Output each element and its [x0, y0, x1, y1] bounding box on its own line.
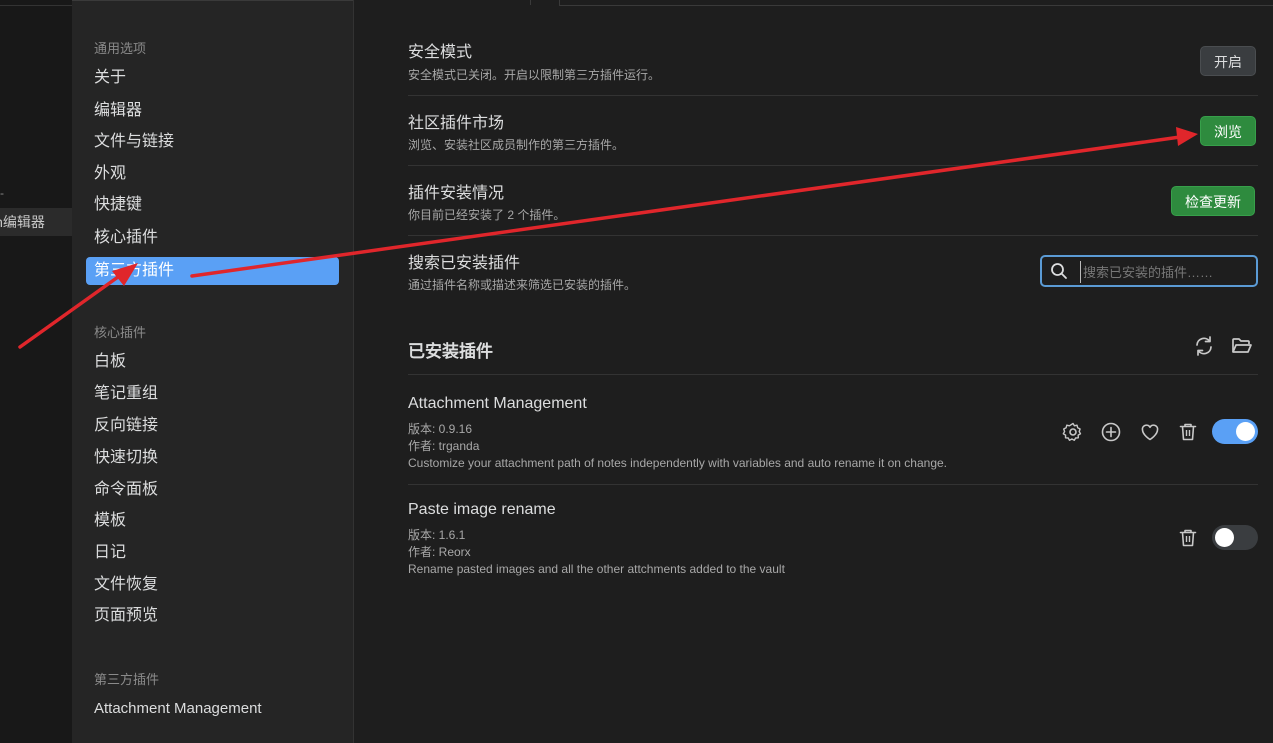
check-updates-button[interactable]: 检查更新 — [1171, 186, 1255, 216]
setting-desc: 通过插件名称或描述来筛选已安装的插件。 — [408, 278, 637, 292]
plugin-description: Customize your attachment path of notes … — [408, 456, 947, 470]
sidebar-item-attachment-management[interactable]: Attachment Management — [86, 695, 339, 723]
top-border — [0, 0, 72, 6]
sidebar-heading-community: 第三方插件 — [94, 672, 160, 687]
sidebar-item-page-preview[interactable]: 页面预览 — [86, 602, 339, 630]
plugin-version: 版本: 1.6.1 — [408, 528, 466, 542]
heart-icon[interactable] — [1139, 421, 1161, 443]
sidebar-item-hotkeys[interactable]: 快捷键 — [86, 191, 339, 219]
toggle-knob — [1236, 422, 1255, 441]
safe-mode-enable-button[interactable]: 开启 — [1200, 46, 1256, 76]
setting-name: 安全模式 — [408, 44, 473, 61]
sidebar-heading-general: 通用选项 — [94, 41, 147, 56]
trash-icon[interactable] — [1177, 527, 1199, 549]
toggle-knob — [1215, 528, 1234, 547]
sidebar-item-about[interactable]: 关于 — [86, 64, 339, 92]
left-panel-active-tab[interactable]: in编辑器 — [0, 208, 72, 236]
setting-desc: 你目前已经安装了 2 个插件。 — [408, 208, 566, 222]
sidebar-item-community-plugins[interactable]: 第三方插件 — [86, 257, 339, 285]
plugin-name: Paste image rename — [408, 501, 556, 518]
folder-open-icon[interactable] — [1231, 335, 1253, 357]
sidebar-item-quick-switcher[interactable]: 快速切换 — [86, 444, 339, 472]
setting-name: 搜索已安装插件 — [408, 255, 521, 272]
setting-safe-mode: 安全模式 安全模式已关闭。开启以限制第三方插件运行。 — [408, 26, 1258, 96]
top-bar-segment — [559, 0, 1273, 6]
plugin-version: 版本: 0.9.16 — [408, 422, 473, 436]
divider — [408, 374, 1258, 375]
plugin-toggle-attachment-management[interactable] — [1212, 419, 1258, 444]
search-icon — [1051, 263, 1067, 279]
plugin-item-attachment-management: Attachment Management 版本: 0.9.16 作者: trg… — [408, 384, 1258, 484]
browse-button[interactable]: 浏览 — [1200, 116, 1256, 146]
installed-plugins-title: 已安装插件 — [408, 342, 493, 361]
plugin-description: Rename pasted images and all the other a… — [408, 562, 785, 576]
setting-name: 插件安装情况 — [408, 185, 505, 202]
sidebar-top-edge — [72, 0, 353, 7]
search-installed-plugins[interactable] — [1040, 255, 1258, 287]
sidebar-item-file-recovery[interactable]: 文件恢复 — [86, 571, 339, 599]
plugin-author: 作者: Reorx — [408, 545, 471, 559]
plugin-toggle-paste-image-rename[interactable] — [1212, 525, 1258, 550]
setting-community-market: 社区插件市场 浏览、安装社区成员制作的第三方插件。 — [408, 96, 1258, 166]
left-panel: - in编辑器 — [0, 0, 73, 743]
left-panel-active-tab-label: in编辑器 — [0, 214, 45, 230]
left-panel-dash: - — [0, 186, 4, 200]
setting-desc: 安全模式已关闭。开启以限制第三方插件运行。 — [408, 68, 661, 82]
sidebar-item-daily-notes[interactable]: 日记 — [86, 539, 339, 567]
sidebar-item-editor[interactable]: 编辑器 — [86, 97, 339, 125]
sidebar-item-files-links[interactable]: 文件与链接 — [86, 128, 339, 156]
sidebar-item-templates[interactable]: 模板 — [86, 507, 339, 535]
sidebar-item-canvas[interactable]: 白板 — [86, 348, 339, 376]
plus-circle-icon[interactable] — [1100, 421, 1122, 443]
setting-desc: 浏览、安装社区成员制作的第三方插件。 — [408, 138, 625, 152]
plugin-author: 作者: trganda — [408, 439, 480, 453]
divider — [408, 484, 1258, 485]
trash-icon[interactable] — [1177, 421, 1199, 443]
search-input[interactable] — [1080, 261, 1255, 283]
sidebar-heading-core: 核心插件 — [94, 325, 147, 340]
sidebar-item-appearance[interactable]: 外观 — [86, 160, 339, 188]
sidebar-item-note-composer[interactable]: 笔记重组 — [86, 380, 339, 408]
sidebar-item-backlinks[interactable]: 反向链接 — [86, 412, 339, 440]
setting-name: 社区插件市场 — [408, 115, 505, 132]
top-bar-segment — [354, 0, 531, 5]
top-bar — [354, 0, 1273, 6]
settings-sidebar: 通用选项 关于 编辑器 文件与链接 外观 快捷键 核心插件 第三方插件 核心插件… — [72, 0, 354, 743]
reload-icon[interactable] — [1193, 335, 1215, 357]
sidebar-item-command-palette[interactable]: 命令面板 — [86, 476, 339, 504]
settings-main: 安全模式 安全模式已关闭。开启以限制第三方插件运行。 开启 社区插件市场 浏览、… — [354, 0, 1273, 743]
sidebar-item-core-plugins[interactable]: 核心插件 — [86, 224, 339, 252]
gear-icon[interactable] — [1062, 421, 1084, 443]
setting-plugin-install-status: 插件安装情况 你目前已经安装了 2 个插件。 — [408, 166, 1258, 236]
plugin-item-paste-image-rename: Paste image rename 版本: 1.6.1 作者: Reorx R… — [408, 490, 1258, 590]
plugin-name: Attachment Management — [408, 395, 587, 412]
